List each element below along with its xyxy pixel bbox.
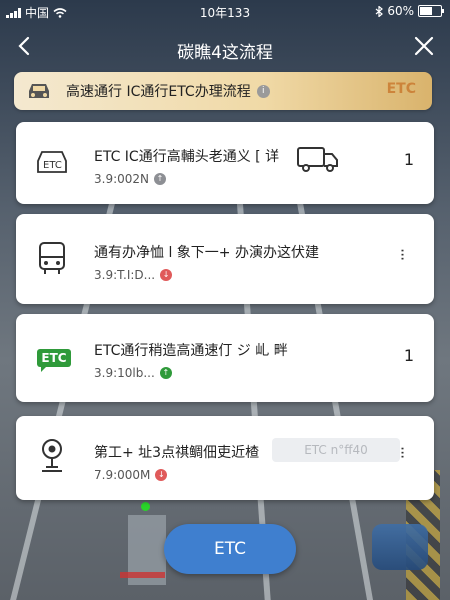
item-count: 1 xyxy=(403,150,414,169)
status-bar: 中国 10年133 60% xyxy=(0,0,450,22)
status-dot-icon: ↑ xyxy=(159,367,172,379)
bus-icon xyxy=(32,238,72,278)
close-button[interactable] xyxy=(410,32,438,60)
etc-tag: ETC n°ff40 xyxy=(272,438,400,462)
item-title: 通有办净恤 l 象下一+ 办演办这伏建 xyxy=(94,245,319,261)
etc-banner[interactable]: 高速通行 IC通行ETC办理流程 i ETC xyxy=(14,72,432,110)
status-dot-icon: ↓ xyxy=(155,469,168,481)
list-item[interactable]: ETC ETC通行稍造高通速仃 ジ 乢 畔 3.9:10lb... ↑ 1 xyxy=(16,314,434,402)
item-subtitle: 3.9:10lb... xyxy=(94,366,155,380)
banner-tag: ETC xyxy=(386,81,416,97)
item-subtitle: 7.9:000M xyxy=(94,468,151,482)
item-count: 1 xyxy=(403,346,414,365)
truck-icon xyxy=(297,147,338,172)
svg-text:ETC: ETC xyxy=(43,160,62,171)
list-item[interactable]: 第工+ 址3点祺鲷佃吏近楂 7.9:000M ↓ ETC n°ff40 ··· xyxy=(16,416,434,500)
more-options-button[interactable]: ··· xyxy=(393,248,412,260)
info-icon[interactable]: i xyxy=(256,84,270,98)
item-title: 第工+ 址3点祺鲷佃吏近楂 xyxy=(94,445,260,461)
location-pin-icon xyxy=(32,436,72,476)
item-subtitle: 3.9:T.I:D... xyxy=(94,268,156,282)
battery-icon xyxy=(418,5,444,17)
status-dot-icon: ↑ xyxy=(154,173,167,185)
item-title: ETC通行稍造高通速仃 ジ 乢 畔 xyxy=(94,343,288,359)
nav-bar: 碳瞧4这流程 xyxy=(0,28,450,68)
bluetooth-icon xyxy=(375,5,384,17)
car-icon xyxy=(26,81,52,101)
banner-text: 高速通行 IC通行ETC办理流程 xyxy=(66,84,251,100)
page-title: 碳瞧4这流程 xyxy=(177,43,273,63)
car-image xyxy=(372,524,428,570)
item-title: ETC IC通行高輔头老通义 [ 详 xyxy=(94,149,280,165)
item-subtitle: 3.9:002N xyxy=(94,172,150,186)
list-item[interactable]: ETC ETC IC通行高輔头老通义 [ 详 3.9:002N ↑ 1 xyxy=(16,122,434,204)
battery-percent: 60% xyxy=(387,4,414,18)
more-options-button[interactable]: ··· xyxy=(393,446,412,458)
etc-button[interactable]: ETC xyxy=(164,524,296,574)
etc-green-badge-icon: ETC xyxy=(34,338,74,378)
list-item[interactable]: 通有办净恤 l 象下一+ 办演办这伏建 3.9:T.I:D... ↓ ··· xyxy=(16,214,434,304)
close-icon xyxy=(414,36,434,56)
status-dot-icon: ↓ xyxy=(160,269,173,281)
etc-card-icon: ETC xyxy=(32,142,72,182)
